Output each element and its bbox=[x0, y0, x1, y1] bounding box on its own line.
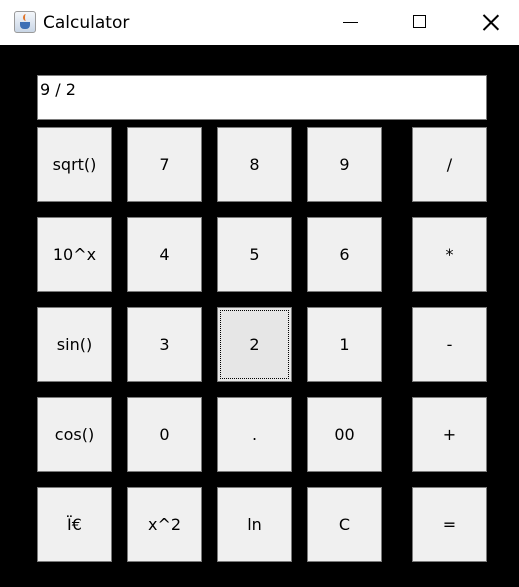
clear-button[interactable]: C bbox=[307, 487, 382, 562]
ln-button[interactable]: ln bbox=[217, 487, 292, 562]
digit-3-button[interactable]: 3 bbox=[127, 307, 202, 382]
digit-1-button[interactable]: 1 bbox=[307, 307, 382, 382]
sin-button[interactable]: sin() bbox=[37, 307, 112, 382]
pi-button[interactable]: Ï€ bbox=[37, 487, 112, 562]
digit-8-button[interactable]: 8 bbox=[217, 127, 292, 202]
close-icon bbox=[482, 14, 499, 31]
double-zero-button[interactable]: 00 bbox=[307, 397, 382, 472]
digit-9-button[interactable]: 9 bbox=[307, 127, 382, 202]
equals-button[interactable]: = bbox=[412, 487, 487, 562]
window-title: Calculator bbox=[43, 13, 130, 33]
digit-7-button[interactable]: 7 bbox=[127, 127, 202, 202]
digit-6-button[interactable]: 6 bbox=[307, 217, 382, 292]
maximize-button[interactable] bbox=[390, 0, 450, 45]
expression-display[interactable]: 9 / 2 bbox=[37, 75, 487, 120]
sqrt-button[interactable]: sqrt() bbox=[37, 127, 112, 202]
focus-ring bbox=[220, 310, 289, 379]
digit-2-button[interactable]: 2 bbox=[217, 307, 292, 382]
digit-0-button[interactable]: 0 bbox=[127, 397, 202, 472]
maximize-icon bbox=[413, 15, 426, 28]
java-coffee-cup-icon[interactable] bbox=[14, 11, 36, 33]
decimal-point-button[interactable]: . bbox=[217, 397, 292, 472]
cos-button[interactable]: cos() bbox=[37, 397, 112, 472]
minus-button[interactable]: - bbox=[412, 307, 487, 382]
digit-4-button[interactable]: 4 bbox=[127, 217, 202, 292]
title-bar[interactable]: Calculator bbox=[0, 0, 519, 45]
minimize-icon bbox=[343, 22, 358, 23]
square-button[interactable]: x^2 bbox=[127, 487, 202, 562]
plus-button[interactable]: + bbox=[412, 397, 487, 472]
close-button[interactable] bbox=[460, 0, 519, 45]
calculator-window: Calculator 9 / 2 sqrt() 7 8 9 / 10^x 4 5… bbox=[0, 0, 519, 587]
ten-power-button[interactable]: 10^x bbox=[37, 217, 112, 292]
minimize-button[interactable] bbox=[320, 0, 380, 45]
divide-button[interactable]: / bbox=[412, 127, 487, 202]
multiply-button[interactable]: * bbox=[412, 217, 487, 292]
digit-5-button[interactable]: 5 bbox=[217, 217, 292, 292]
